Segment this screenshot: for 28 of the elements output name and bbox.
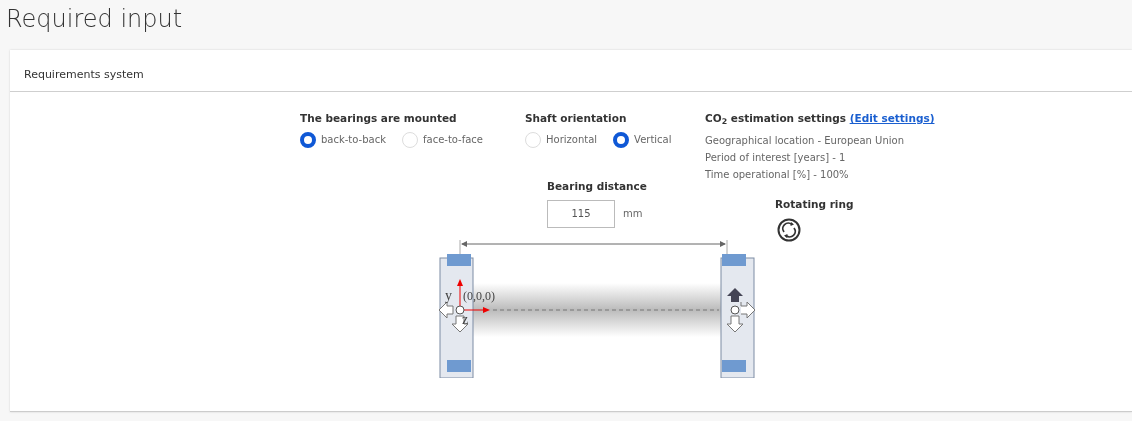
down-arrow-icon: [451, 315, 469, 333]
unit-label: mm: [623, 207, 643, 222]
right-arrow-icon: [740, 301, 755, 319]
left-arrow-icon: [438, 301, 454, 319]
down-arrow-icon: [726, 315, 744, 333]
group-label: The bearings are mounted: [300, 111, 458, 127]
radio-option[interactable]: Horizontal: [525, 131, 598, 148]
axis-label: y: [445, 287, 452, 303]
radio-option[interactable]: face-to-face: [402, 131, 484, 148]
origin-icon: [730, 305, 740, 315]
rotate-icon[interactable]: [777, 217, 801, 242]
edit-settings-link[interactable]: (Edit settings): [849, 112, 935, 125]
settings-line: Geographical location - European Union: [705, 133, 905, 148]
distance-input[interactable]: 115: [547, 199, 615, 228]
section-title: Requirements system: [10, 50, 1132, 93]
axis-label: z: [462, 311, 469, 327]
radio-option[interactable]: back-to-back: [300, 131, 386, 148]
rotating-ring-label: Rotating ring: [775, 196, 854, 212]
origin-icon: [455, 305, 465, 315]
field-label: Bearing distance: [547, 178, 648, 194]
page-title: Required input: [5, 4, 184, 34]
up-arrow-icon: [727, 287, 743, 302]
settings-line: Time operational [%] - 100%: [705, 167, 850, 182]
radio-option[interactable]: Vertical: [613, 131, 672, 148]
settings-line: Period of interest [years] - 1: [705, 150, 847, 165]
origin-label: (0,0,0): [463, 288, 495, 303]
group-label: Shaft orientation: [525, 111, 628, 127]
settings-title: CO$_{2}$ estimation settings: [705, 112, 846, 125]
